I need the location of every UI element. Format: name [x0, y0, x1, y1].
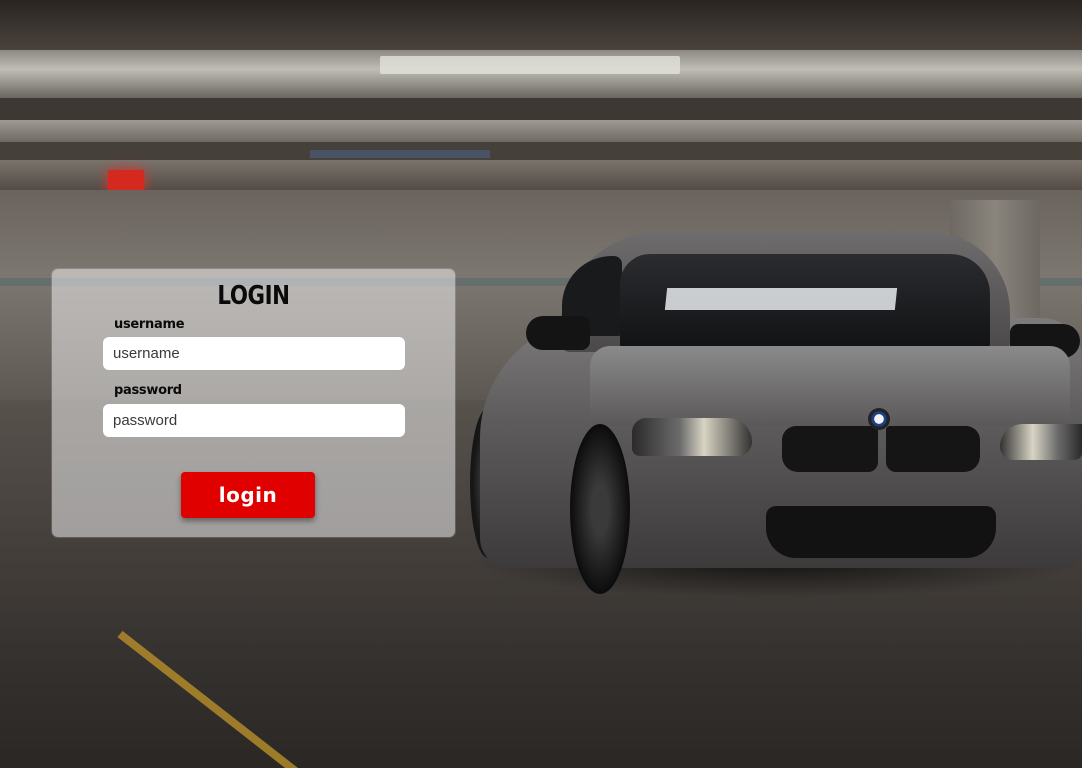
car-image: [470, 228, 1082, 608]
car-bumper-intake: [766, 506, 996, 558]
password-label: password: [114, 383, 182, 398]
car-grille: [886, 426, 980, 472]
car-badge-icon: [868, 408, 890, 430]
ceiling: [0, 142, 1082, 160]
windshield-reflection: [664, 288, 898, 310]
car-headlight: [632, 418, 752, 456]
username-label: username: [114, 317, 185, 332]
password-input[interactable]: [103, 404, 405, 437]
car-grille: [782, 426, 878, 472]
ceiling-light: [380, 56, 680, 74]
login-title: LOGIN: [217, 281, 290, 311]
ceiling-light: [310, 150, 490, 158]
login-page: LOGIN username password login: [0, 0, 1082, 768]
ceiling-beam: [0, 160, 1082, 190]
login-form: LOGIN username password login: [52, 269, 455, 537]
login-button[interactable]: login: [181, 472, 315, 518]
car-front-wheel: [570, 424, 630, 594]
username-input[interactable]: [103, 337, 405, 370]
ceiling-beam: [0, 120, 1082, 142]
car-headlight: [1000, 424, 1082, 460]
car-mirror: [526, 316, 590, 350]
ceiling: [0, 0, 1082, 50]
ceiling: [0, 98, 1082, 120]
car-hood: [590, 346, 1070, 426]
